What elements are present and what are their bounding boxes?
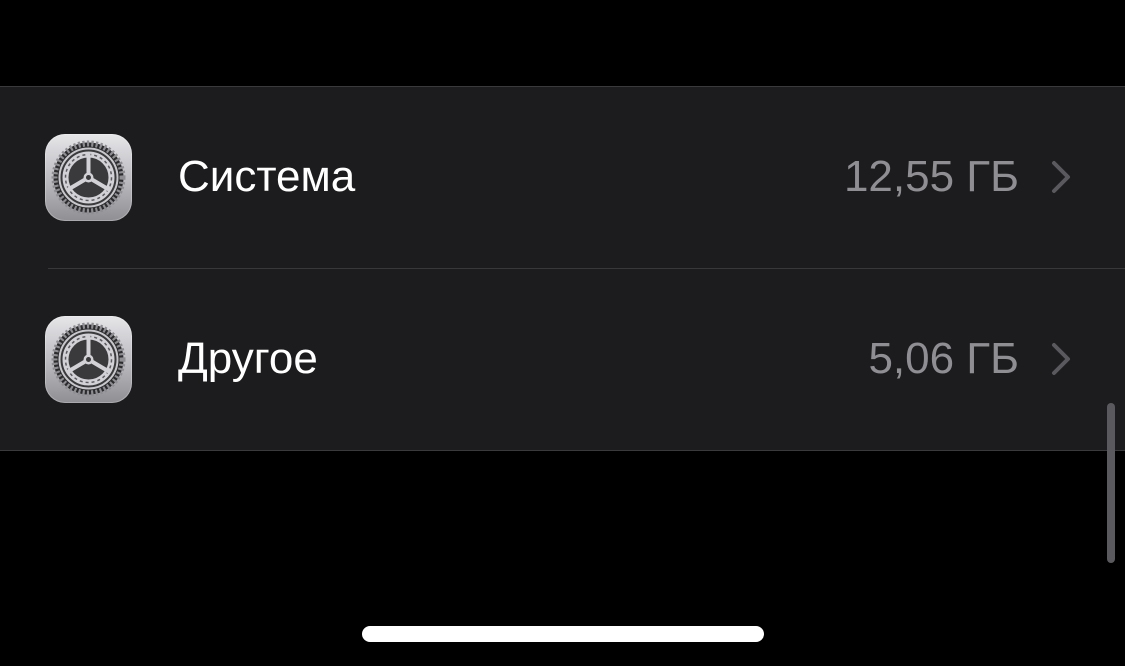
item-size: 12,55 ГБ [843, 152, 1019, 201]
home-indicator[interactable] [362, 626, 764, 642]
chevron-right-icon [1052, 161, 1070, 193]
item-label: Система [178, 152, 356, 201]
item-label: Другое [178, 334, 318, 383]
scroll-indicator[interactable] [1107, 403, 1115, 563]
list-item-system[interactable]: Система 12,55 ГБ [0, 87, 1125, 269]
list-item-other[interactable]: Другое 5,06 ГБ [0, 269, 1125, 451]
storage-list: Система 12,55 ГБ Другое 5,06 ГБ [0, 86, 1125, 451]
settings-gear-icon [45, 134, 132, 221]
chevron-right-icon [1052, 343, 1070, 375]
settings-gear-icon [45, 316, 132, 403]
item-size: 5,06 ГБ [868, 334, 1019, 383]
